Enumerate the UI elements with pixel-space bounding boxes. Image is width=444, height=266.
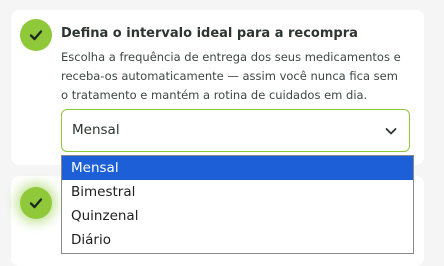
check-icon [29, 30, 43, 41]
frequency-option-quinzenal[interactable]: Quinzenal [62, 204, 413, 228]
frequency-select[interactable]: Mensal [61, 109, 410, 152]
next-step-check [20, 187, 52, 219]
step-complete-check [20, 19, 52, 51]
frequency-option-diario[interactable]: Diário [62, 228, 413, 252]
frequency-select-value: Mensal [72, 122, 120, 138]
step-title: Defina o intervalo ideal para a recompra [61, 26, 358, 41]
frequency-option-bimestral[interactable]: Bimestral [62, 180, 413, 204]
check-icon [29, 198, 43, 209]
recurrence-step-card: Defina o intervalo ideal para a recompra… [11, 10, 424, 165]
frequency-option-mensal[interactable]: Mensal [62, 156, 413, 180]
frequency-dropdown-list: Mensal Bimestral Quinzenal Diário [61, 155, 414, 254]
chevron-down-icon [385, 128, 397, 135]
step-description: Escolha a frequência de entrega dos seus… [61, 50, 401, 102]
